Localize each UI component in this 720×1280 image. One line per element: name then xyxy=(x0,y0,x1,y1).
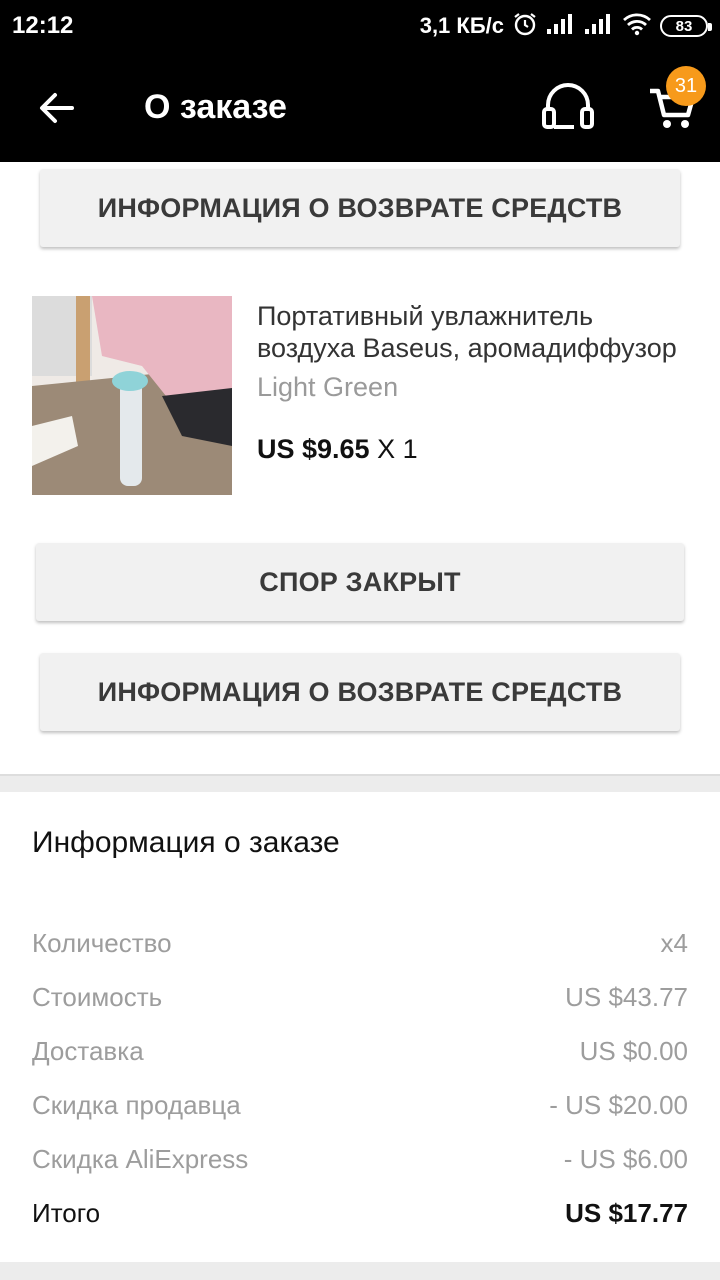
summary-label: Доставка xyxy=(32,1035,144,1066)
app-bar: О заказе xyxy=(0,52,720,162)
headset-icon xyxy=(542,83,594,129)
status-bar: 12:12 3,1 КБ/с 83 xyxy=(0,0,720,52)
signal-icon-2 xyxy=(584,13,614,40)
summary-value: US $43.77 xyxy=(565,981,688,1012)
summary-value: US $0.00 xyxy=(579,1035,688,1066)
refund-info-button-bottom[interactable]: ИНФОРМАЦИЯ О ВОЗВРАТЕ СРЕДСТВ xyxy=(40,653,680,731)
summary-row-aliexpress-discount: Скидка AliExpress - US $6.00 xyxy=(32,1139,688,1179)
summary-label: Скидка продавца xyxy=(32,1089,241,1120)
product-price: US $9.65 xyxy=(257,434,370,464)
order-info-title: Информация о заказе xyxy=(32,826,340,859)
alarm-icon xyxy=(512,11,538,42)
page-title: О заказе xyxy=(144,88,287,126)
back-button[interactable] xyxy=(30,82,82,134)
summary-row-total: Итого US $17.77 xyxy=(32,1193,688,1233)
battery-icon: 83 xyxy=(660,15,712,37)
product-price-line: US $9.65 X 1 xyxy=(257,434,418,465)
summary-row-seller-discount: Скидка продавца - US $20.00 xyxy=(32,1085,688,1125)
product-name[interactable]: Портативный увлажнитель воздуха Baseus, … xyxy=(257,300,687,364)
summary-value: x4 xyxy=(660,927,688,958)
wifi-icon xyxy=(622,12,652,41)
product-quantity: X 1 xyxy=(377,434,418,464)
bottom-divider xyxy=(0,1262,720,1280)
total-value: US $17.77 xyxy=(565,1197,688,1228)
section-divider xyxy=(0,774,720,792)
battery-level: 83 xyxy=(675,17,693,35)
summary-value: - US $6.00 xyxy=(563,1143,688,1174)
status-right: 3,1 КБ/с 83 xyxy=(419,10,712,42)
support-button[interactable] xyxy=(536,78,600,138)
product-variant: Light Green xyxy=(257,372,399,402)
summary-row-shipping: Доставка US $0.00 xyxy=(32,1031,688,1071)
summary-label: Количество xyxy=(32,927,172,958)
back-arrow-icon xyxy=(40,93,74,123)
total-label: Итого xyxy=(32,1197,101,1228)
summary-label: Стоимость xyxy=(32,981,163,1012)
summary-row-quantity: Количество x4 xyxy=(32,923,688,963)
refund-info-button-top[interactable]: ИНФОРМАЦИЯ О ВОЗВРАТЕ СРЕДСТВ xyxy=(40,169,680,247)
network-speed: 3,1 КБ/с xyxy=(419,13,504,38)
dispute-closed-button[interactable]: СПОР ЗАКРЫТ xyxy=(36,543,684,621)
status-time: 12:12 xyxy=(12,12,74,39)
summary-value: - US $20.00 xyxy=(549,1089,688,1120)
cart-count-badge: 31 xyxy=(666,66,706,106)
product-name-line1: Портативный увлажнитель xyxy=(257,301,594,331)
summary-row-cost: Стоимость US $43.77 xyxy=(32,977,688,1017)
product-image[interactable] xyxy=(32,296,232,495)
summary-label: Скидка AliExpress xyxy=(32,1143,249,1174)
signal-icon xyxy=(546,13,576,40)
product-name-line2: воздуха Baseus, аромадиффузор xyxy=(257,333,677,363)
